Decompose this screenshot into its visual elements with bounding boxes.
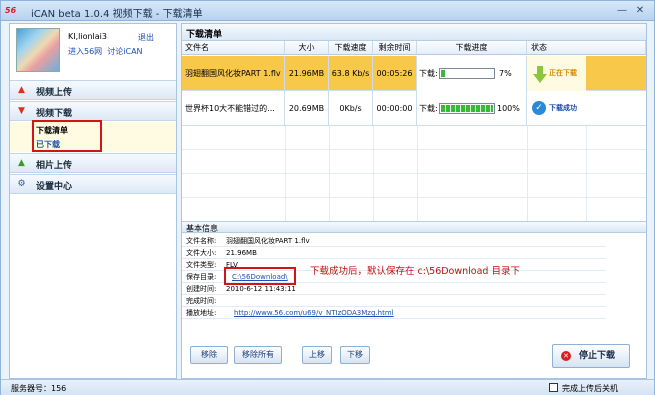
nav-settings[interactable]: ⚙ 设置中心 (10, 174, 176, 194)
progress-bar (439, 68, 495, 79)
cell-size: 21.96MB (285, 56, 329, 91)
username: KI,lionlai3 (68, 32, 107, 41)
col-remaining[interactable]: 剩余时间 (373, 41, 417, 55)
info-row: 播放地址: http://www.56.com/u69/v_NTIzODA3Mzg… (182, 308, 606, 319)
grid-line (329, 126, 330, 221)
grid-line (586, 126, 587, 221)
cell-status: 正在下载 (527, 56, 586, 91)
sidebar: KI,lionlai3 退出 进入56网 讨论iCAN ▲ 视频上传 ▼ 视频下… (9, 23, 177, 379)
nav-label: 相片上传 (36, 161, 73, 171)
progress-percent: 7% (499, 69, 512, 78)
nav-photo-upload[interactable]: ▲ 相片上传 (10, 153, 176, 173)
empty-row (182, 126, 646, 150)
progress-bar (439, 103, 495, 114)
highlight-box (32, 120, 102, 152)
shutdown-label: 完成上传后关机 (562, 384, 618, 393)
info-row: 文件大小: 21.96MB (182, 248, 606, 259)
annotation-text: 下载成功后，默认保存在 c:\56Download 目录下 (310, 266, 520, 277)
col-status[interactable]: 状态 (527, 41, 646, 55)
cell-speed: 0Kb/s (329, 91, 373, 126)
col-speed[interactable]: 下载速度 (329, 41, 373, 55)
user-links: 进入56网 讨论iCAN (68, 46, 143, 57)
status-text: 下载成功 (549, 104, 577, 112)
stop-download-button[interactable]: ✕ 停止下载 (552, 344, 630, 368)
grid-line (373, 126, 374, 221)
status-text: 正在下载 (549, 69, 577, 77)
progress-percent: 100% (497, 104, 520, 113)
progress-fill (441, 105, 493, 112)
play-url-link[interactable]: http://www.56.com/u69/v_NTIzODA3Mzg.html (234, 308, 394, 319)
table-row[interactable]: 羽翅翻国风化妆PART 1.flv 21.96MB 63.8 Kb/s 00:0… (182, 56, 646, 91)
nav-video-download[interactable]: ▼ 视频下载 (10, 101, 176, 121)
move-up-button[interactable]: 上移 (302, 346, 332, 364)
progress-label: 下载: (419, 104, 438, 113)
progress-label: 下载: (419, 69, 438, 78)
title-bar: 56 iCAN beta 1.0.4 视频下载 - 下载清单 — ✕ (1, 1, 654, 21)
cell-remaining: 00:00:00 (373, 91, 417, 126)
server-number: 服务器号：156 (11, 384, 67, 393)
remove-button[interactable]: 移除 (190, 346, 228, 364)
avatar[interactable] (16, 28, 60, 72)
info-row: 完成时间: (182, 296, 606, 307)
stop-download-label: 停止下载 (579, 351, 616, 361)
arrow-up-icon: ▲ (18, 158, 25, 168)
status-bar: 服务器号：156 完成上传后关机 (1, 379, 654, 395)
progress-fill (441, 70, 445, 77)
nav-label: 设置中心 (36, 182, 73, 192)
remove-all-button[interactable]: 移除所有 (234, 346, 282, 364)
success-check-icon: ✓ (532, 101, 546, 115)
cell-remaining: 00:05:26 (373, 56, 417, 91)
minimize-button[interactable]: — (615, 4, 629, 17)
arrow-down-icon: ▼ (18, 106, 25, 116)
gear-icon: ⚙ (17, 179, 26, 189)
main-panel: 下载清单 文件名 大小 下载速度 剩余时间 下载进度 状态 羽翅翻国风化妆PAR… (181, 23, 647, 379)
table-row[interactable]: 世界杯10大不能错过的... 20.69MB 0Kb/s 00:00:00 下载… (182, 91, 646, 126)
section-title: 下载清单 (182, 24, 646, 41)
col-progress[interactable]: 下载进度 (417, 41, 527, 55)
cell-filename: 羽翅翻国风化妆PART 1.flv (182, 56, 285, 91)
app-window: 56 iCAN beta 1.0.4 视频下载 - 下载清单 — ✕ KI,li… (0, 0, 655, 395)
cell-size: 20.69MB (285, 91, 329, 126)
logout-link[interactable]: 退出 (138, 32, 154, 43)
nav-label: 视频下载 (36, 109, 73, 119)
nav-video-upload[interactable]: ▲ 视频上传 (10, 80, 176, 100)
app-logo: 56 (5, 6, 17, 15)
info-title: 基本信息 (182, 221, 646, 233)
user-profile: KI,lionlai3 退出 进入56网 讨论iCAN (10, 24, 176, 78)
close-button[interactable]: ✕ (633, 4, 647, 17)
grid-line (417, 126, 418, 221)
cell-filename: 世界杯10大不能错过的... (182, 91, 285, 126)
col-size[interactable]: 大小 (285, 41, 329, 55)
cell-speed: 63.8 Kb/s (329, 56, 373, 91)
empty-row (182, 198, 646, 222)
stop-icon: ✕ (561, 351, 571, 361)
cell-progress: 下载: 100% (417, 91, 527, 126)
grid-line (527, 126, 528, 221)
enter-56-link[interactable]: 进入56网 (68, 47, 102, 56)
window-title: iCAN beta 1.0.4 视频下载 - 下载清单 (31, 9, 203, 20)
discuss-ican-link[interactable]: 讨论iCAN (107, 47, 142, 56)
nav-label: 视频上传 (36, 88, 73, 98)
highlight-box (224, 267, 296, 285)
empty-row (182, 150, 646, 174)
empty-row (182, 174, 646, 198)
cell-progress: 下载: 7% (417, 56, 527, 91)
shutdown-checkbox[interactable] (549, 383, 558, 392)
cell-status: ✓ 下载成功 (527, 91, 586, 126)
info-row: 文件名称: 羽翅翻国风化妆PART 1.flv (182, 236, 606, 247)
grid-line (285, 126, 286, 221)
info-row: 创建时间: 2010-6-12 11:43:11 (182, 284, 606, 295)
arrow-up-icon: ▲ (18, 85, 25, 95)
download-arrow-icon (533, 64, 547, 83)
col-filename[interactable]: 文件名 (182, 41, 285, 55)
move-down-button[interactable]: 下移 (340, 346, 370, 364)
